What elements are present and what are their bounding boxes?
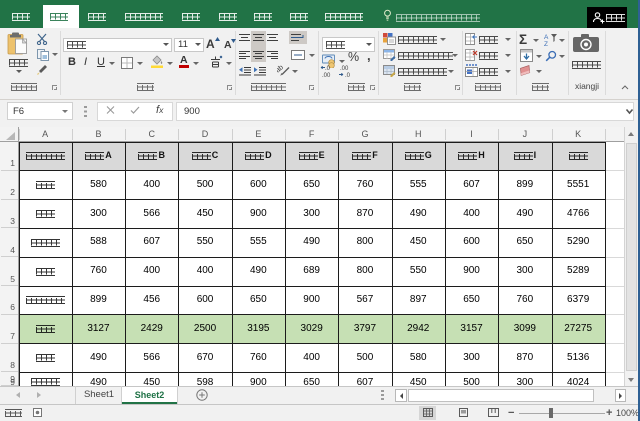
svg-text:.0: .0 [345,73,351,78]
svg-text:.00: .00 [340,66,349,72]
svg-text:A: A [544,34,549,41]
svg-text:.00: .00 [322,73,331,78]
svg-text:Z: Z [544,41,548,46]
svg-text:.0: .0 [325,66,331,72]
